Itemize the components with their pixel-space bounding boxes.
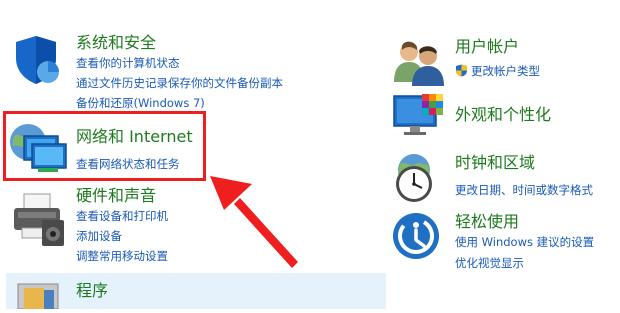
user-accounts-title[interactable]: 用户帐户 (455, 37, 519, 57)
backup-restore-link[interactable]: 备份和还原(Windows 7) (76, 95, 205, 111)
hardware-sound-title[interactable]: 硬件和声音 (76, 186, 156, 206)
devices-printers-link[interactable]: 查看设备和打印机 (76, 208, 168, 224)
optimize-visual-link[interactable]: 优化视觉显示 (455, 255, 524, 271)
clock-icon[interactable] (390, 152, 444, 204)
programs-title[interactable]: 程序 (76, 281, 108, 301)
ease-of-access-title[interactable]: 轻松使用 (455, 212, 519, 232)
uac-shield-icon (456, 64, 467, 77)
annotation-arrow (200, 170, 310, 270)
view-computer-status-link[interactable]: 查看你的计算机状态 (76, 55, 180, 71)
shield-icon[interactable] (12, 34, 64, 86)
mobility-settings-link[interactable]: 调整常用移动设置 (76, 248, 168, 264)
change-account-type-link[interactable]: 更改帐户类型 (455, 63, 540, 79)
programs-icon[interactable] (14, 278, 66, 310)
add-device-link[interactable]: 添加设备 (76, 228, 122, 244)
change-account-type-label: 更改帐户类型 (471, 64, 540, 78)
recommended-settings-link[interactable]: 使用 Windows 建议的设置 (455, 234, 594, 250)
file-history-link[interactable]: 通过文件历史记录保存你的文件备份副本 (76, 75, 283, 91)
appearance-title[interactable]: 外观和个性化 (455, 105, 551, 125)
printer-icon[interactable] (10, 190, 66, 248)
ease-of-access-icon[interactable] (392, 212, 440, 260)
system-security-title[interactable]: 系统和安全 (76, 33, 156, 53)
clock-region-title[interactable]: 时钟和区域 (455, 153, 535, 173)
change-date-time-link[interactable]: 更改日期、时间或数字格式 (455, 182, 593, 198)
users-icon[interactable] (392, 38, 444, 86)
highlight-box (3, 111, 206, 181)
appearance-icon[interactable] (392, 92, 444, 138)
